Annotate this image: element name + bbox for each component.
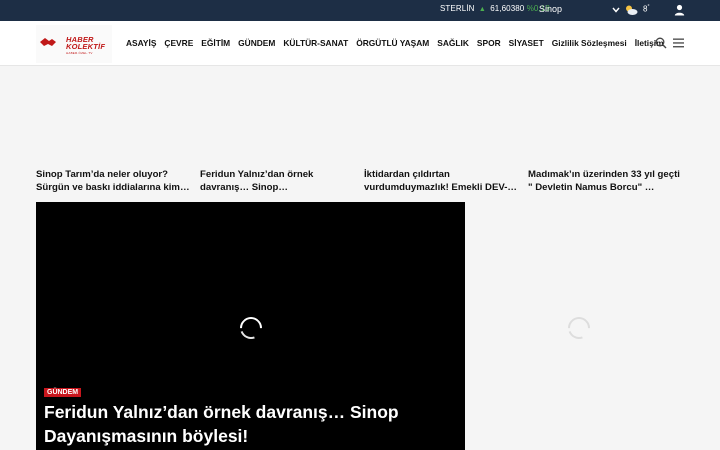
headline-text: Sinop Tarım’da neler oluyor? Sürgün ve b… — [36, 169, 190, 193]
nav-item-cevre[interactable]: ÇEVRE — [164, 38, 193, 48]
nav-item-kultur-sanat[interactable]: KÜLTÜR-SANAT — [283, 38, 348, 48]
nav-item-gundem[interactable]: GÜNDEM — [238, 38, 275, 48]
site-logo[interactable]: HABER KOLEKTİF HABER·ÖZEL·TV — [36, 25, 112, 63]
logo-text-line2: KOLEKTİF — [66, 42, 106, 51]
site-header: HABER KOLEKTİF HABER·ÖZEL·TV ASAYİŞ ÇEVR… — [0, 21, 720, 66]
handshake-icon — [40, 38, 56, 46]
headline-link-4[interactable]: Madımak’ın üzerinden 33 yıl geçti " Devl… — [528, 168, 684, 194]
loading-spinner-icon — [563, 312, 595, 344]
headline-text: İktidardan çıldırtan vurdumduymazlık! Em… — [364, 169, 518, 193]
nav-item-egitim[interactable]: EĞİTİM — [201, 38, 230, 48]
headline-text: Madımak’ın üzerinden 33 yıl geçti " Devl… — [528, 169, 680, 193]
category-badge[interactable]: GÜNDEM — [44, 388, 82, 397]
nav-item-siyaset[interactable]: SİYASET — [509, 38, 544, 48]
currency-name: STERLİN — [440, 4, 475, 13]
headline-link-3[interactable]: İktidardan çıldırtan vurdumduymazlık! Em… — [364, 168, 520, 194]
user-icon[interactable] — [674, 4, 685, 16]
hero-slider[interactable]: GÜNDEM Feridun Yalnız’dan örnek davranış… — [36, 202, 465, 450]
headline-link-2[interactable]: Feridun Yalnız’dan örnek davranış… Sinop… — [200, 168, 356, 194]
temperature-unit: ° — [647, 4, 650, 10]
search-icon[interactable] — [655, 37, 667, 49]
nav-item-orgutlu-yasam[interactable]: ÖRGÜTLÜ YAŞAM — [356, 38, 429, 48]
trend-up-icon: ▲ — [478, 6, 486, 13]
partly-cloudy-icon — [626, 5, 638, 15]
temperature: 8° — [643, 4, 649, 14]
currency-value: 61,60380 — [490, 4, 525, 13]
top-bar: STERLİN ▲ 61,60380 %0,18 Sinop 8° — [0, 0, 720, 21]
chevron-down-icon[interactable] — [612, 5, 620, 15]
main-nav: ASAYİŞ ÇEVRE EĞİTİM GÜNDEM KÜLTÜR-SANAT … — [126, 38, 672, 48]
headline-text: Feridun Yalnız’dan örnek davranış… Sinop… — [200, 169, 314, 193]
headline-link-1[interactable]: Sinop Tarım’da neler oluyor? Sürgün ve b… — [36, 168, 192, 194]
nav-item-spor[interactable]: SPOR — [477, 38, 501, 48]
city-selector[interactable]: Sinop — [539, 4, 562, 14]
nav-item-gizlilik[interactable]: Gizlilik Sözleşmesi — [552, 38, 627, 48]
hero-title[interactable]: Feridun Yalnız’dan örnek davranış… Sinop… — [44, 400, 454, 448]
currency-ticker: STERLİN ▲ 61,60380 %0,18 — [440, 4, 550, 13]
nav-item-asayis[interactable]: ASAYİŞ — [126, 38, 156, 48]
loading-spinner-icon — [235, 312, 267, 344]
hamburger-menu-icon[interactable] — [673, 38, 684, 48]
logo-tagline: HABER·ÖZEL·TV — [66, 51, 93, 55]
nav-item-saglik[interactable]: SAĞLIK — [437, 38, 469, 48]
